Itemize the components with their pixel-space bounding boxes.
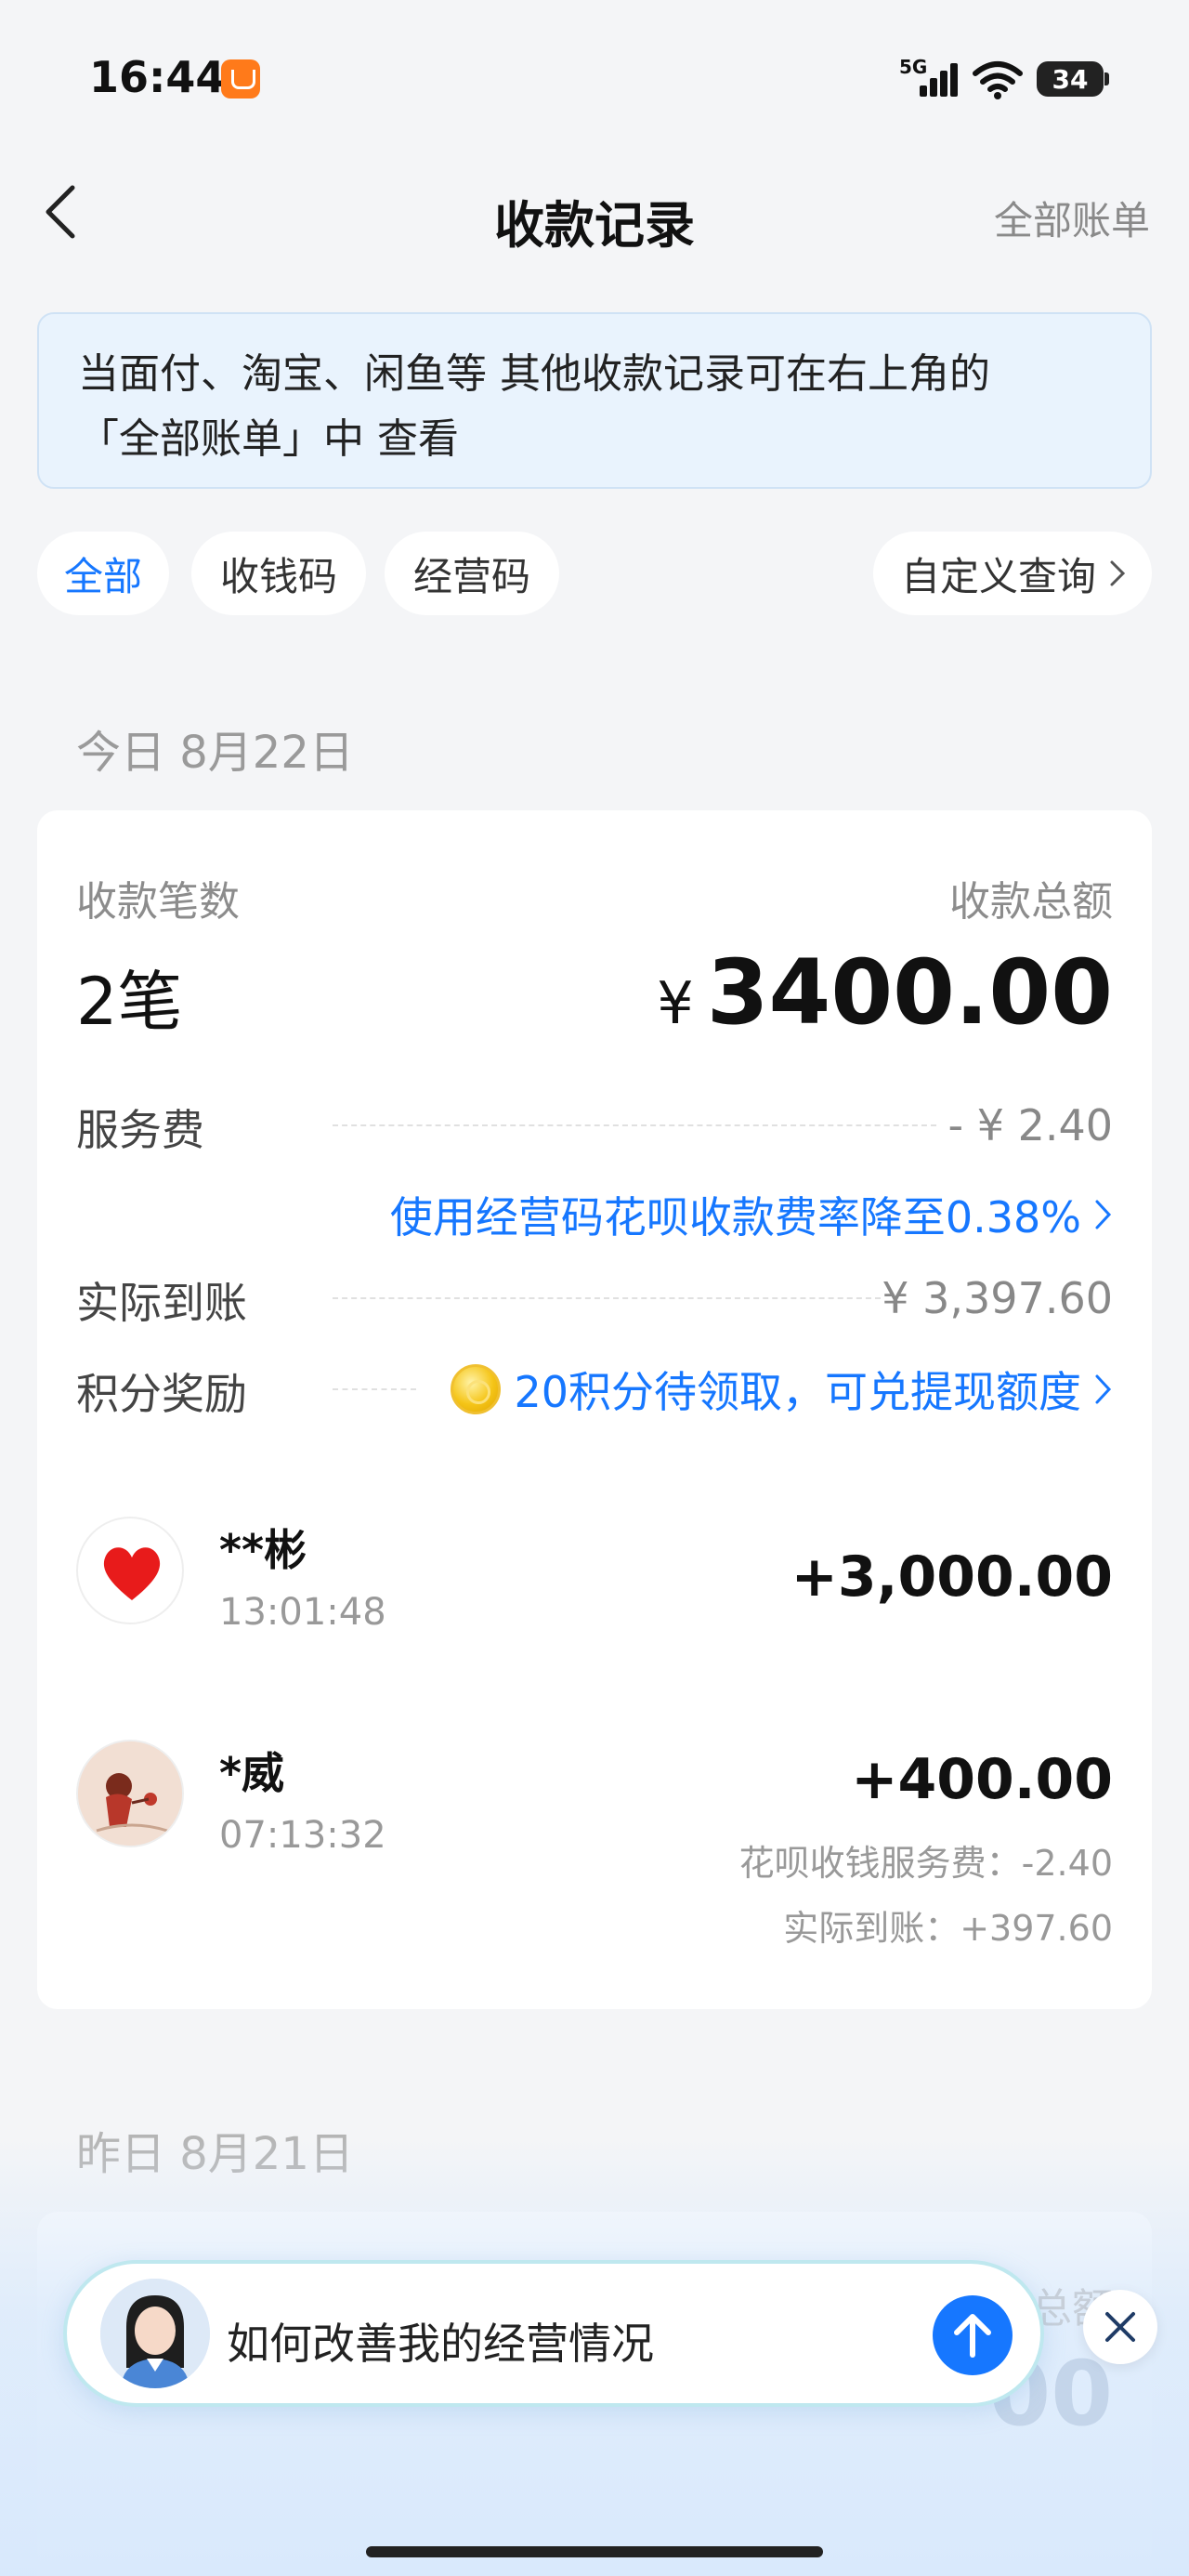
assistant-avatar-icon	[100, 2279, 210, 2388]
total-label: 收款总额	[949, 878, 1113, 926]
avatar	[76, 1517, 184, 1624]
nav-bar: 收款记录 全部账单	[0, 158, 1189, 269]
tip-line-2: 「全部账单」中 查看	[78, 415, 459, 463]
chevron-right-icon	[1110, 560, 1126, 586]
transaction-row[interactable]: *威 07:13:32 +400.00 花呗收钱服务费：-2.40 实际到账：+…	[37, 1740, 1152, 1963]
divider	[333, 1388, 416, 1390]
battery-icon: 34	[1037, 61, 1109, 97]
today-summary-card: 收款笔数 收款总额 2笔 ¥3400.00 服务费 - ¥ 2.40 使用经营码…	[37, 810, 1152, 2009]
points-reward-link[interactable]: 20积分待领取，可兑提现额度	[451, 1359, 1113, 1420]
network-type: 5G	[899, 56, 928, 78]
currency-symbol: ¥	[657, 969, 694, 1037]
filter-business-code[interactable]: 经营码	[385, 532, 559, 615]
heart-icon	[103, 1547, 161, 1600]
coin-icon	[451, 1364, 502, 1414]
ai-assistant-bar[interactable]: 如何改善我的经营情况	[63, 2260, 1044, 2407]
transaction-row[interactable]: **彬 13:01:48 +3,000.00	[37, 1517, 1152, 1684]
count-value: 2笔	[76, 964, 183, 1040]
avatar	[76, 1740, 184, 1847]
net-received-label: 实际到账	[76, 1278, 247, 1328]
points-reward-text: 20积分待领取，可兑提现额度	[514, 1367, 1081, 1417]
tip-line-1: 当面付、淘宝、闲鱼等 其他收款记录可在右上角的	[78, 350, 990, 398]
rate-promo-text: 使用经营码花呗收款费率降至0.38%	[389, 1192, 1081, 1242]
chevron-right-icon	[1095, 1374, 1112, 1404]
info-tip: 当面付、淘宝、闲鱼等 其他收款记录可在右上角的 「全部账单」中 查看	[37, 312, 1152, 489]
filter-qr-code[interactable]: 收钱码	[191, 532, 366, 615]
filter-all[interactable]: 全部	[37, 532, 169, 615]
rate-promo-link[interactable]: 使用经营码花呗收款费率降至0.38%	[390, 1184, 1113, 1245]
transaction-amount: +3,000.00	[790, 1544, 1113, 1610]
transaction-amount: +400.00	[851, 1747, 1113, 1812]
status-indicators: 5G 34	[899, 56, 1109, 102]
filter-chips: 全部 收钱码 经营码 自定义查询	[37, 532, 1152, 615]
net-received-detail: 实际到账：+397.60	[783, 1908, 1113, 1949]
total-amount: ¥3400.00	[657, 940, 1113, 1045]
illustrated-avatar-icon	[78, 1741, 182, 1846]
chevron-right-icon	[1095, 1200, 1112, 1229]
close-assistant-button[interactable]	[1083, 2290, 1157, 2364]
net-received-value: ¥ 3,397.60	[882, 1273, 1113, 1323]
assistant-prompt: 如何改善我的经营情况	[227, 2319, 654, 2369]
wifi-icon	[973, 61, 1023, 99]
custom-query-label: 自定义查询	[900, 553, 1096, 599]
payer-name: *威	[219, 1748, 285, 1798]
transaction-time: 13:01:48	[219, 1591, 386, 1634]
arrow-up-icon	[954, 2314, 991, 2358]
transaction-time: 07:13:32	[219, 1814, 386, 1857]
status-bar: 16:44 5G 34	[0, 0, 1189, 139]
divider	[333, 1124, 936, 1126]
shopping-app-icon	[221, 59, 260, 99]
all-bills-link[interactable]: 全部账单	[994, 190, 1150, 246]
service-fee-detail: 花呗收钱服务费：-2.40	[738, 1843, 1113, 1884]
payer-name: **彬	[219, 1525, 307, 1575]
date-header-today: 今日 8月22日	[76, 727, 354, 779]
home-indicator[interactable]	[366, 2546, 823, 2557]
service-fee-label: 服务费	[76, 1105, 204, 1155]
count-label: 收款笔数	[76, 878, 240, 926]
signal-icon: 5G	[899, 56, 959, 100]
send-button[interactable]	[933, 2295, 1013, 2375]
service-fee-value: - ¥ 2.40	[947, 1100, 1113, 1150]
points-label: 积分奖励	[76, 1369, 247, 1419]
close-icon	[1105, 2312, 1135, 2342]
divider	[333, 1297, 881, 1299]
status-time: 16:44	[89, 52, 226, 102]
total-value: 3400.00	[706, 940, 1113, 1045]
assistant-avatar	[100, 2279, 210, 2388]
custom-query-button[interactable]: 自定义查询	[872, 532, 1152, 615]
